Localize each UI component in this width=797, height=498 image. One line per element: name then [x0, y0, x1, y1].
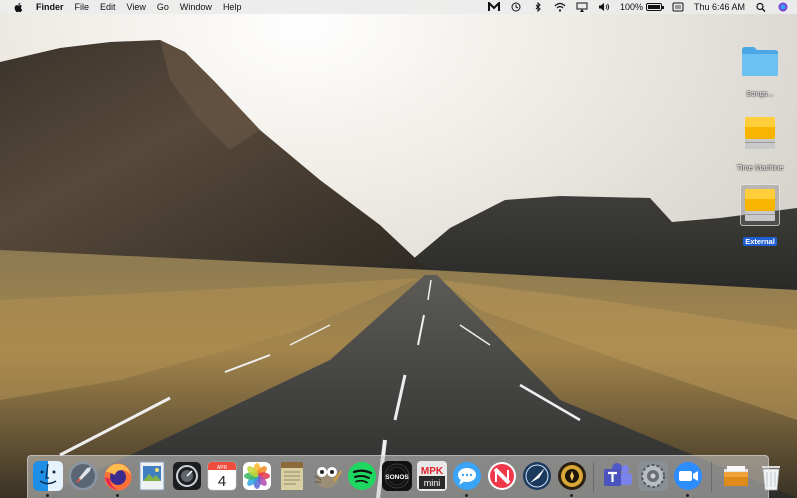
desktop-wallpaper	[0, 0, 797, 498]
dock-separator	[711, 462, 712, 492]
notes-icon	[281, 462, 303, 490]
siri-icon[interactable]	[777, 2, 789, 12]
dock-sonos[interactable]: SONOS	[381, 460, 413, 492]
battery-icon[interactable]	[645, 3, 664, 11]
input-source-icon[interactable]	[672, 2, 684, 12]
sonos-icon: SONOS	[382, 461, 412, 491]
dock-notes[interactable]	[276, 460, 308, 492]
firefox-icon	[104, 463, 132, 491]
downloads-stack-icon	[724, 466, 748, 486]
gimp-icon	[314, 467, 342, 488]
mini-text: mini	[424, 478, 441, 488]
dock-gimp[interactable]	[311, 460, 343, 492]
running-indicator	[465, 494, 468, 497]
battery-percent[interactable]: 100%	[620, 2, 643, 12]
running-indicator	[570, 494, 573, 497]
menu-edit[interactable]: Edit	[100, 0, 116, 14]
running-indicator	[686, 494, 689, 497]
dock-system-preferences[interactable]	[637, 460, 669, 492]
dock-news[interactable]	[486, 460, 518, 492]
calendar-day: 4	[218, 473, 226, 490]
dock-istat[interactable]	[171, 460, 203, 492]
preview-icon	[139, 461, 165, 491]
news-icon	[488, 462, 516, 490]
launchpad-icon	[68, 461, 98, 491]
dock-launchpad[interactable]	[67, 460, 99, 492]
dock-zoom[interactable]	[672, 460, 704, 492]
app-menu-finder[interactable]: Finder	[36, 0, 64, 14]
dock-separator	[593, 462, 594, 492]
dock-calendar[interactable]: APR 4	[206, 460, 238, 492]
menu-help[interactable]: Help	[223, 0, 242, 14]
folder-icon	[742, 47, 778, 76]
dock-finder[interactable]	[32, 460, 64, 492]
running-indicator	[46, 494, 49, 497]
finder-icon	[33, 461, 63, 491]
menu-m-app-icon[interactable]	[487, 2, 500, 12]
dock: APR 4 SONOS MPK mini	[27, 455, 780, 498]
desktop-icon-external[interactable]: External	[725, 184, 795, 249]
system-preferences-icon	[638, 461, 668, 491]
desktop-icon-label: Time Machine	[736, 163, 784, 172]
menu-go[interactable]: Go	[157, 0, 169, 14]
safari-like-icon	[523, 462, 551, 490]
mpk-mini-icon: MPK mini	[417, 461, 447, 491]
photos-icon	[243, 462, 271, 490]
calendar-month: APR	[217, 465, 228, 471]
airplay-icon[interactable]	[576, 2, 588, 12]
dock-compass-app[interactable]	[521, 460, 553, 492]
menu-file[interactable]: File	[75, 0, 90, 14]
desktop-icon-label: External	[743, 237, 777, 246]
dock-mpk-mini[interactable]: MPK mini	[416, 460, 448, 492]
zoom-icon	[674, 462, 702, 490]
time-machine-menu-icon[interactable]	[510, 2, 522, 12]
menu-window[interactable]: Window	[180, 0, 212, 14]
dock-trash[interactable]	[755, 460, 780, 492]
menu-view[interactable]: View	[127, 0, 146, 14]
dock-firefox[interactable]	[102, 460, 134, 492]
wifi-icon[interactable]	[554, 2, 566, 12]
spotlight-search-icon[interactable]	[755, 2, 767, 12]
external-drive-icon	[745, 189, 775, 221]
teams-icon	[604, 463, 632, 486]
dock-downloads-stack[interactable]	[720, 460, 752, 492]
trash-icon	[762, 466, 780, 491]
menu-bar: Finder File Edit View Go Window Help 100…	[0, 0, 797, 14]
apple-menu-icon[interactable]	[13, 2, 23, 13]
badge-icon	[558, 462, 586, 490]
dock-messages[interactable]	[451, 460, 483, 492]
spotify-icon	[348, 462, 376, 490]
messages-icon	[453, 462, 481, 490]
dock-preview[interactable]	[136, 460, 168, 492]
selection-highlight	[740, 184, 780, 226]
dock-spotify[interactable]	[346, 460, 378, 492]
volume-icon[interactable]	[598, 2, 610, 12]
external-drive-icon	[745, 117, 775, 149]
istat-icon	[173, 462, 201, 490]
desktop-icon-label: Songs...	[746, 89, 774, 98]
dock-badge-app[interactable]	[556, 460, 588, 492]
desktop-icon-time-machine[interactable]: Time Machine	[725, 114, 795, 175]
clock[interactable]: Thu 6:46 AM	[694, 2, 745, 12]
calendar-icon: APR 4	[207, 461, 237, 491]
running-indicator	[116, 494, 119, 497]
sonos-text: SONOS	[385, 474, 409, 481]
desktop-icon-songs-folder[interactable]: Songs...	[725, 44, 795, 101]
dock-teams[interactable]	[602, 460, 634, 492]
mpk-text: MPK	[421, 466, 444, 477]
dock-photos[interactable]	[241, 460, 273, 492]
bluetooth-icon[interactable]	[532, 2, 544, 12]
